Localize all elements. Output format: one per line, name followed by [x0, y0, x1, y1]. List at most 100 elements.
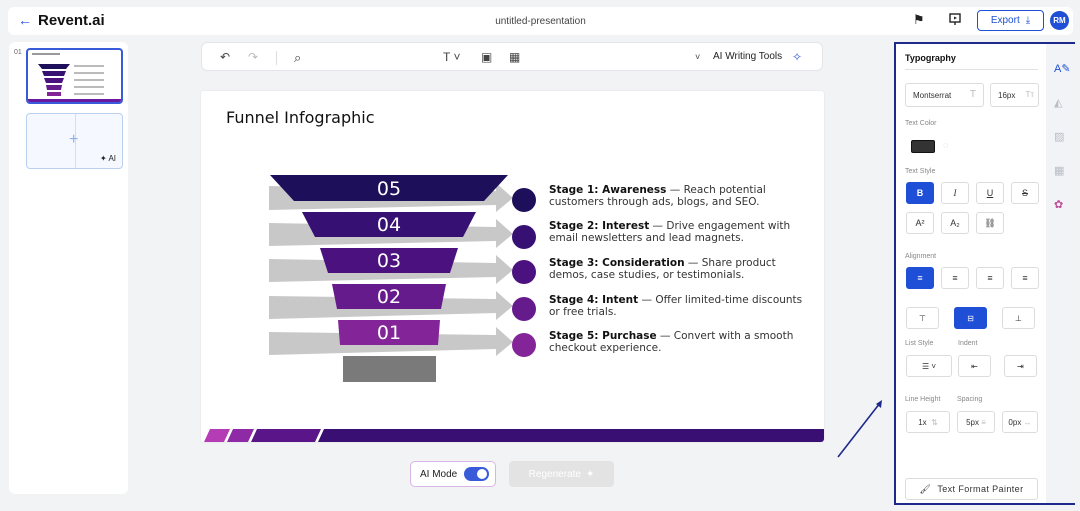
funnel-number: 04: [377, 214, 401, 236]
spacing-label: Spacing: [957, 396, 983, 403]
align-center-button[interactable]: ≡: [941, 267, 969, 289]
line-height-input[interactable]: 1x ⇅: [906, 411, 950, 433]
stage-name: Stage 5: Purchase: [549, 330, 657, 342]
chevron-down-icon[interactable]: ˅: [695, 52, 700, 62]
indent-decrease-button[interactable]: ⇤: [958, 355, 991, 377]
annotation-arrow: [837, 400, 882, 458]
theme-tab-icon[interactable]: ✿: [1054, 198, 1063, 211]
font-family-value: Montserrat: [913, 91, 952, 100]
toggle-switch[interactable]: [464, 467, 489, 481]
funnel-number: 01: [377, 322, 401, 344]
font-family-select[interactable]: Montserrat T: [905, 83, 984, 107]
typography-panel: Typography Montserrat T 16px Tт Text Col…: [894, 42, 1075, 505]
plus-icon[interactable]: +: [69, 131, 78, 149]
superscript-button[interactable]: A²: [906, 212, 934, 234]
slide-number: 01: [14, 49, 22, 56]
export-button[interactable]: Export ⤓: [977, 10, 1044, 31]
list-style-label: List Style: [905, 340, 934, 347]
stage-name: Stage 2: Interest: [549, 220, 650, 232]
stage-text-5[interactable]: Stage 5: Purchase — Convert with a smoot…: [549, 330, 809, 354]
stage-name: Stage 4: Intent: [549, 294, 639, 306]
italic-button[interactable]: I: [941, 182, 969, 204]
link-icon[interactable]: ⛓: [976, 212, 1004, 234]
list-style-select[interactable]: ☰ ˅: [906, 355, 952, 377]
add-slide-placeholder[interactable]: + ✦ AI: [26, 113, 123, 169]
line-height-icon: ⇅: [931, 417, 938, 427]
stage-text-4[interactable]: Stage 4: Intent — Offer limited-time dis…: [549, 294, 809, 318]
stage-text-1[interactable]: Stage 1: Awareness — Reach potential cus…: [549, 184, 809, 208]
valign-bottom-button[interactable]: ⊥: [1002, 307, 1035, 329]
funnel-number: 02: [377, 286, 401, 308]
typography-tab-icon[interactable]: A✎: [1054, 62, 1071, 75]
strikethrough-button[interactable]: S: [1011, 182, 1039, 204]
align-justify-button[interactable]: ≡: [1011, 267, 1039, 289]
undo-icon[interactable]: ↶: [220, 50, 230, 64]
alignment-label: Alignment: [905, 253, 937, 260]
divider: [276, 51, 277, 65]
subscript-button[interactable]: A₂: [941, 212, 969, 234]
redo-icon[interactable]: ↷: [248, 50, 258, 64]
ai-mode-toggle[interactable]: AI Mode: [410, 461, 496, 487]
top-bar: ← Revent.ai untitled-presentation ⚑ Expo…: [8, 7, 1073, 35]
table-tab-icon[interactable]: ▦: [1054, 164, 1064, 177]
slide-thumbnail-1[interactable]: [26, 48, 123, 104]
funnel-base: [343, 356, 436, 382]
ai-writing-tools-button[interactable]: AI Writing Tools: [713, 51, 782, 62]
stage-name: Stage 3: Consideration: [549, 257, 685, 269]
valign-top-button[interactable]: ⊤: [906, 307, 939, 329]
stage-text-3[interactable]: Stage 3: Consideration — Share product d…: [549, 257, 809, 281]
download-icon: ⤓: [1025, 15, 1031, 26]
stage-name: Stage 1: Awareness: [549, 184, 667, 196]
indent-increase-button[interactable]: ⇥: [1004, 355, 1037, 377]
regenerate-button[interactable]: Regenerate ✦: [509, 461, 614, 487]
letter-spacing-value: 0px: [1008, 417, 1022, 427]
spacing-input[interactable]: 5px ≡: [957, 411, 995, 433]
avatar[interactable]: RM: [1050, 11, 1069, 30]
funnel-number: 05: [377, 178, 401, 200]
ai-mode-label: AI Mode: [420, 468, 458, 480]
text-color-swatch[interactable]: [911, 140, 935, 153]
text-color-label: Text Color: [905, 120, 937, 127]
font-size-icon: Tт: [1025, 90, 1034, 99]
stage-dot-5: [512, 333, 536, 357]
panel-tab-rail: A✎ ◭ ▨ ▦ ✿: [1046, 44, 1075, 503]
search-icon[interactable]: ⌕: [294, 50, 301, 66]
align-right-button[interactable]: ≡: [976, 267, 1004, 289]
funnel-number: 03: [377, 250, 401, 272]
decorative-stripe: [204, 429, 824, 442]
shapes-tab-icon[interactable]: ◭: [1054, 96, 1062, 109]
slide-thumbnails-panel: 01 + ✦ AI: [9, 42, 128, 494]
valign-middle-button[interactable]: ⊟: [954, 307, 987, 329]
text-format-painter-button[interactable]: 🖌 Text Format Painter: [905, 478, 1038, 500]
line-height-label: Line Height: [905, 396, 941, 403]
image-tab-icon[interactable]: ▨: [1054, 130, 1064, 143]
ai-label: AI: [108, 154, 116, 163]
stage-dot-1: [512, 188, 536, 212]
underline-button[interactable]: U: [976, 182, 1004, 204]
panel-title: Typography: [905, 53, 956, 63]
insert-image-icon[interactable]: ▣: [481, 50, 492, 64]
bold-button[interactable]: B: [906, 182, 934, 204]
insert-table-icon[interactable]: ▦: [509, 50, 520, 64]
text-style-label: Text Style: [905, 168, 936, 175]
spacing-value: 5px: [966, 417, 979, 427]
line-height-value: 1x: [918, 417, 927, 427]
slide-canvas[interactable]: Funnel Infographic 05 04 03 02 01 Stage …: [201, 91, 824, 442]
spacing-icon: ≡: [981, 417, 986, 427]
ai-generate-button[interactable]: ✦ AI: [100, 154, 116, 163]
flag-icon[interactable]: ⚑: [913, 12, 925, 28]
letter-spacing-icon: ↔: [1023, 417, 1032, 427]
font-icon: T: [969, 89, 976, 100]
divider: [905, 69, 1038, 70]
letter-spacing-input[interactable]: 0px ↔: [1002, 411, 1038, 433]
present-icon[interactable]: [948, 12, 962, 26]
stage-text-2[interactable]: Stage 2: Interest — Drive engagement wit…: [549, 220, 809, 244]
align-left-button[interactable]: ≡: [906, 267, 934, 289]
text-tool-icon[interactable]: T ˅: [443, 50, 460, 64]
indent-label: Indent: [958, 340, 978, 347]
palette-icon[interactable]: ◌: [943, 140, 948, 150]
painter-label: Text Format Painter: [937, 484, 1024, 494]
sparkle-icon: ✦: [585, 468, 595, 480]
font-size-input[interactable]: 16px Tт: [990, 83, 1039, 107]
magic-wand-icon[interactable]: ✧: [792, 50, 802, 64]
